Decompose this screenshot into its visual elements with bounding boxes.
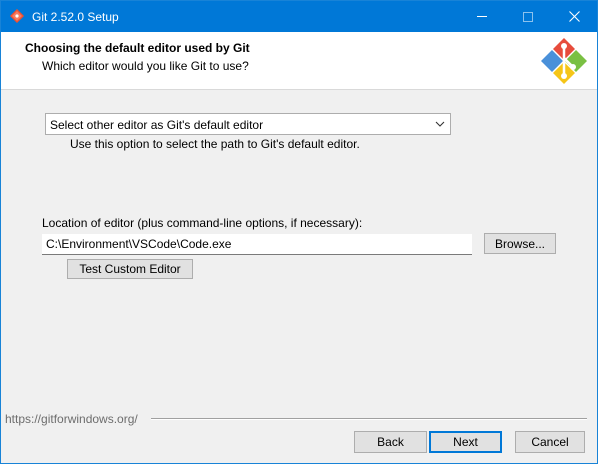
editor-select[interactable]: Select other editor as Git's default edi… [45, 113, 451, 135]
editor-path-input[interactable] [42, 234, 472, 255]
maximize-button [505, 1, 551, 32]
window-title: Git 2.52.0 Setup [32, 10, 119, 24]
cancel-button[interactable]: Cancel [515, 431, 585, 453]
maximize-icon [523, 11, 533, 22]
close-button[interactable] [551, 1, 597, 32]
page-header: Choosing the default editor used by Git … [1, 32, 597, 90]
chevron-down-icon [435, 121, 445, 127]
git-logo-icon [541, 38, 587, 84]
setup-window: Git 2.52.0 Setup Choosing the default ed… [0, 0, 598, 464]
editor-help-text: Use this option to select the path to Gi… [70, 137, 360, 151]
test-editor-button[interactable]: Test Custom Editor [67, 259, 193, 279]
editor-select-value: Select other editor as Git's default edi… [50, 118, 264, 132]
git-setup-icon [10, 9, 24, 23]
title-bar[interactable]: Git 2.52.0 Setup [1, 1, 597, 32]
footer-divider [151, 418, 587, 419]
next-button[interactable]: Next [429, 431, 502, 453]
browse-button[interactable]: Browse... [484, 233, 556, 254]
page-title: Choosing the default editor used by Git [25, 41, 250, 55]
close-icon [568, 11, 580, 22]
minimize-button[interactable] [459, 1, 505, 32]
minimize-icon [477, 16, 487, 17]
location-label: Location of editor (plus command-line op… [42, 216, 363, 230]
back-button[interactable]: Back [354, 431, 427, 453]
gitforwindows-link[interactable]: https://gitforwindows.org/ [5, 412, 138, 426]
page-subtitle: Which editor would you like Git to use? [42, 59, 249, 73]
